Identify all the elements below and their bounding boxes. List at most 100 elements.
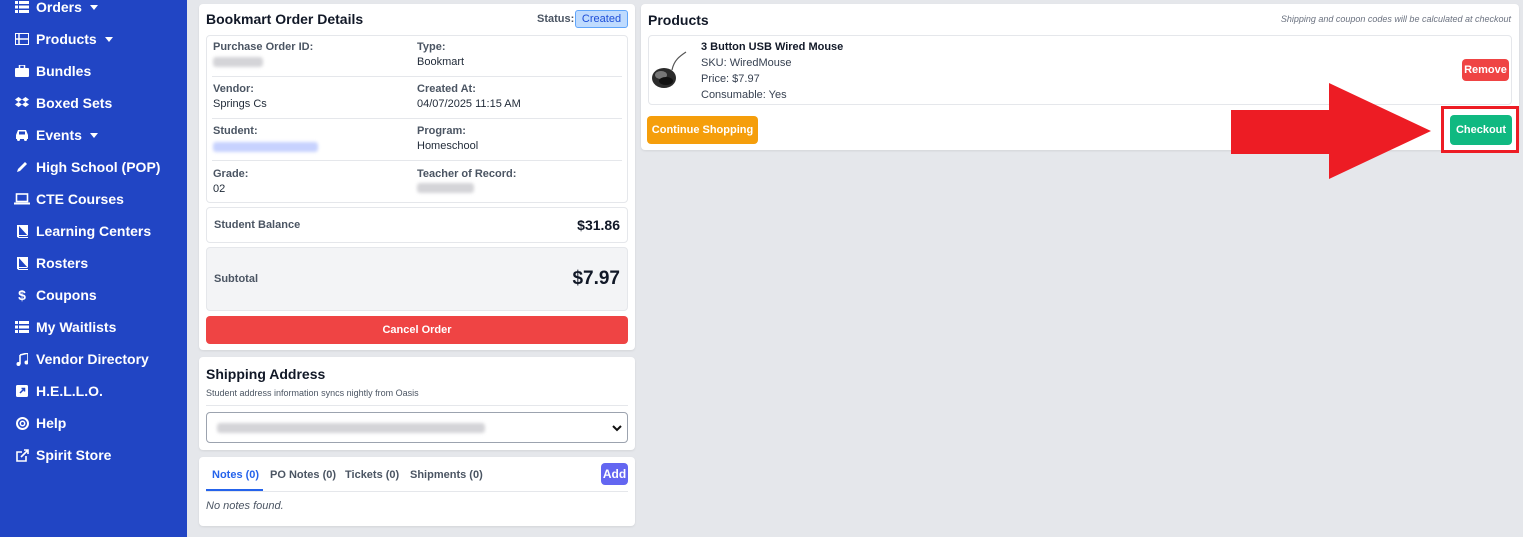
music-icon (13, 352, 31, 366)
sidebar-item-label: Help (36, 415, 67, 431)
sidebar-item-label: Boxed Sets (36, 95, 113, 111)
student-balance-label: Student Balance (214, 219, 301, 231)
subtotal-label: Subtotal (214, 273, 258, 285)
shipping-subtitle: Student address information syncs nightl… (206, 388, 419, 398)
sidebar-item-bundles[interactable]: Bundles (0, 56, 187, 86)
po-id-label: Purchase Order ID: (213, 41, 314, 53)
shipping-title: Shipping Address (206, 366, 326, 382)
red-arrow-annotation (1231, 83, 1431, 179)
dropbox-icon (13, 96, 31, 110)
sidebar-item-orders[interactable]: Orders (0, 0, 187, 22)
sidebar-item-label: Coupons (36, 287, 97, 303)
order-details-title: Bookmart Order Details (206, 11, 364, 27)
briefcase-icon (13, 64, 31, 78)
notes-empty-text: No notes found. (206, 500, 284, 512)
sidebar-item-rosters[interactable]: Rosters (0, 248, 187, 278)
grade-value: 02 (213, 183, 226, 195)
program-label: Program: (417, 125, 466, 137)
external-link-icon (13, 448, 31, 462)
lifebuoy-icon (13, 416, 31, 430)
sidebar-item-label: Bundles (36, 63, 92, 79)
student-label: Student: (213, 125, 258, 137)
student-balance-value: $31.86 (577, 217, 620, 233)
divider (212, 76, 622, 77)
sidebar-item-spirit-store[interactable]: Spirit Store (0, 440, 187, 470)
sidebar-item-h-e-l-l-o[interactable]: H.E.L.L.O. (0, 376, 187, 406)
sidebar-item-label: High School (POP) (36, 159, 161, 175)
sidebar-item-label: H.E.L.L.O. (36, 383, 103, 399)
sidebar-item-cte-courses[interactable]: CTE Courses (0, 184, 187, 214)
type-label: Type: (417, 41, 446, 53)
pencil-icon (13, 160, 31, 174)
sidebar-item-label: Rosters (36, 255, 89, 271)
created-value: 04/07/2025 11:15 AM (417, 98, 521, 110)
list-icon (13, 320, 31, 334)
car-icon (13, 128, 31, 142)
dollar-icon: $ (18, 287, 26, 303)
book-icon (13, 256, 31, 270)
tab-po-notes[interactable]: PO Notes (0) (270, 469, 336, 481)
subtotal-value: $7.97 (572, 268, 620, 289)
sidebar-item-label: Orders (36, 0, 82, 15)
divider (206, 491, 628, 492)
book-icon (13, 224, 31, 238)
caret-down-icon (89, 4, 98, 10)
sidebar-item-label: Events (36, 127, 82, 143)
student-value-redacted (213, 142, 318, 152)
status-badge: Created (575, 10, 628, 28)
teacher-label: Teacher of Record: (417, 168, 517, 180)
vendor-label: Vendor: (213, 83, 254, 95)
sidebar-item-help[interactable]: Help (0, 408, 187, 438)
sidebar-item-label: Spirit Store (36, 447, 112, 463)
external-square-icon (13, 384, 31, 398)
program-value: Homeschool (417, 140, 479, 152)
products-title: Products (648, 12, 709, 28)
type-value: Bookmart (417, 56, 465, 68)
address-select[interactable] (206, 412, 628, 443)
product-sku: SKU: WiredMouse (701, 57, 792, 69)
product-consumable: Consumable: Yes (701, 89, 787, 101)
divider (212, 118, 622, 119)
sidebar-item-label: My Waitlists (36, 319, 117, 335)
sidebar-item-label: Vendor Directory (36, 351, 149, 367)
created-label: Created At: (417, 83, 476, 95)
checkout-note: Shipping and coupon codes will be calcul… (1280, 14, 1511, 24)
grid-list-icon (13, 32, 31, 46)
product-name: 3 Button USB Wired Mouse (701, 41, 844, 53)
tab-tickets[interactable]: Tickets (0) (345, 469, 399, 481)
sidebar-item-label: Learning Centers (36, 223, 152, 239)
address-value-redacted (217, 423, 485, 433)
sidebar-item-label: Products (36, 31, 97, 47)
divider (212, 160, 622, 161)
list-icon (13, 0, 31, 14)
caret-down-icon (89, 132, 98, 138)
cancel-order-button[interactable]: Cancel Order (206, 316, 628, 344)
add-note-button[interactable]: Add (601, 463, 628, 485)
sidebar-item-coupons[interactable]: $ Coupons (0, 280, 187, 310)
divider (206, 405, 628, 406)
sidebar-item-vendor-directory[interactable]: Vendor Directory (0, 344, 187, 374)
sidebar-item-boxed-sets[interactable]: Boxed Sets (0, 88, 187, 118)
checkout-button[interactable]: Checkout (1450, 115, 1512, 145)
continue-shopping-button[interactable]: Continue Shopping (647, 116, 758, 144)
product-price: Price: $7.97 (701, 73, 760, 85)
sidebar-item-learning-centers[interactable]: Learning Centers (0, 216, 187, 246)
status-label: Status: (537, 13, 575, 25)
mouse-product-image (652, 51, 687, 88)
remove-product-button[interactable]: Remove (1462, 59, 1509, 81)
sidebar-item-events[interactable]: Events (0, 120, 187, 150)
tab-notes[interactable]: Notes (0) (212, 469, 259, 481)
grade-label: Grade: (213, 168, 249, 180)
sidebar-item-products[interactable]: Products (0, 24, 187, 54)
caret-down-icon (104, 36, 113, 42)
po-id-value-redacted (213, 57, 263, 67)
sidebar-item-my-waitlists[interactable]: My Waitlists (0, 312, 187, 342)
vendor-value: Springs Cs (213, 98, 267, 110)
sidebar-item-label: CTE Courses (36, 191, 124, 207)
sidebar: Orders Products Bundles Boxed Sets Events Hig… (0, 0, 187, 537)
teacher-value-redacted (417, 183, 474, 193)
chevron-down-icon (612, 425, 622, 432)
sidebar-item-high-school-pop[interactable]: High School (POP) (0, 152, 187, 182)
tab-shipments[interactable]: Shipments (0) (410, 469, 483, 481)
laptop-icon (13, 192, 31, 206)
